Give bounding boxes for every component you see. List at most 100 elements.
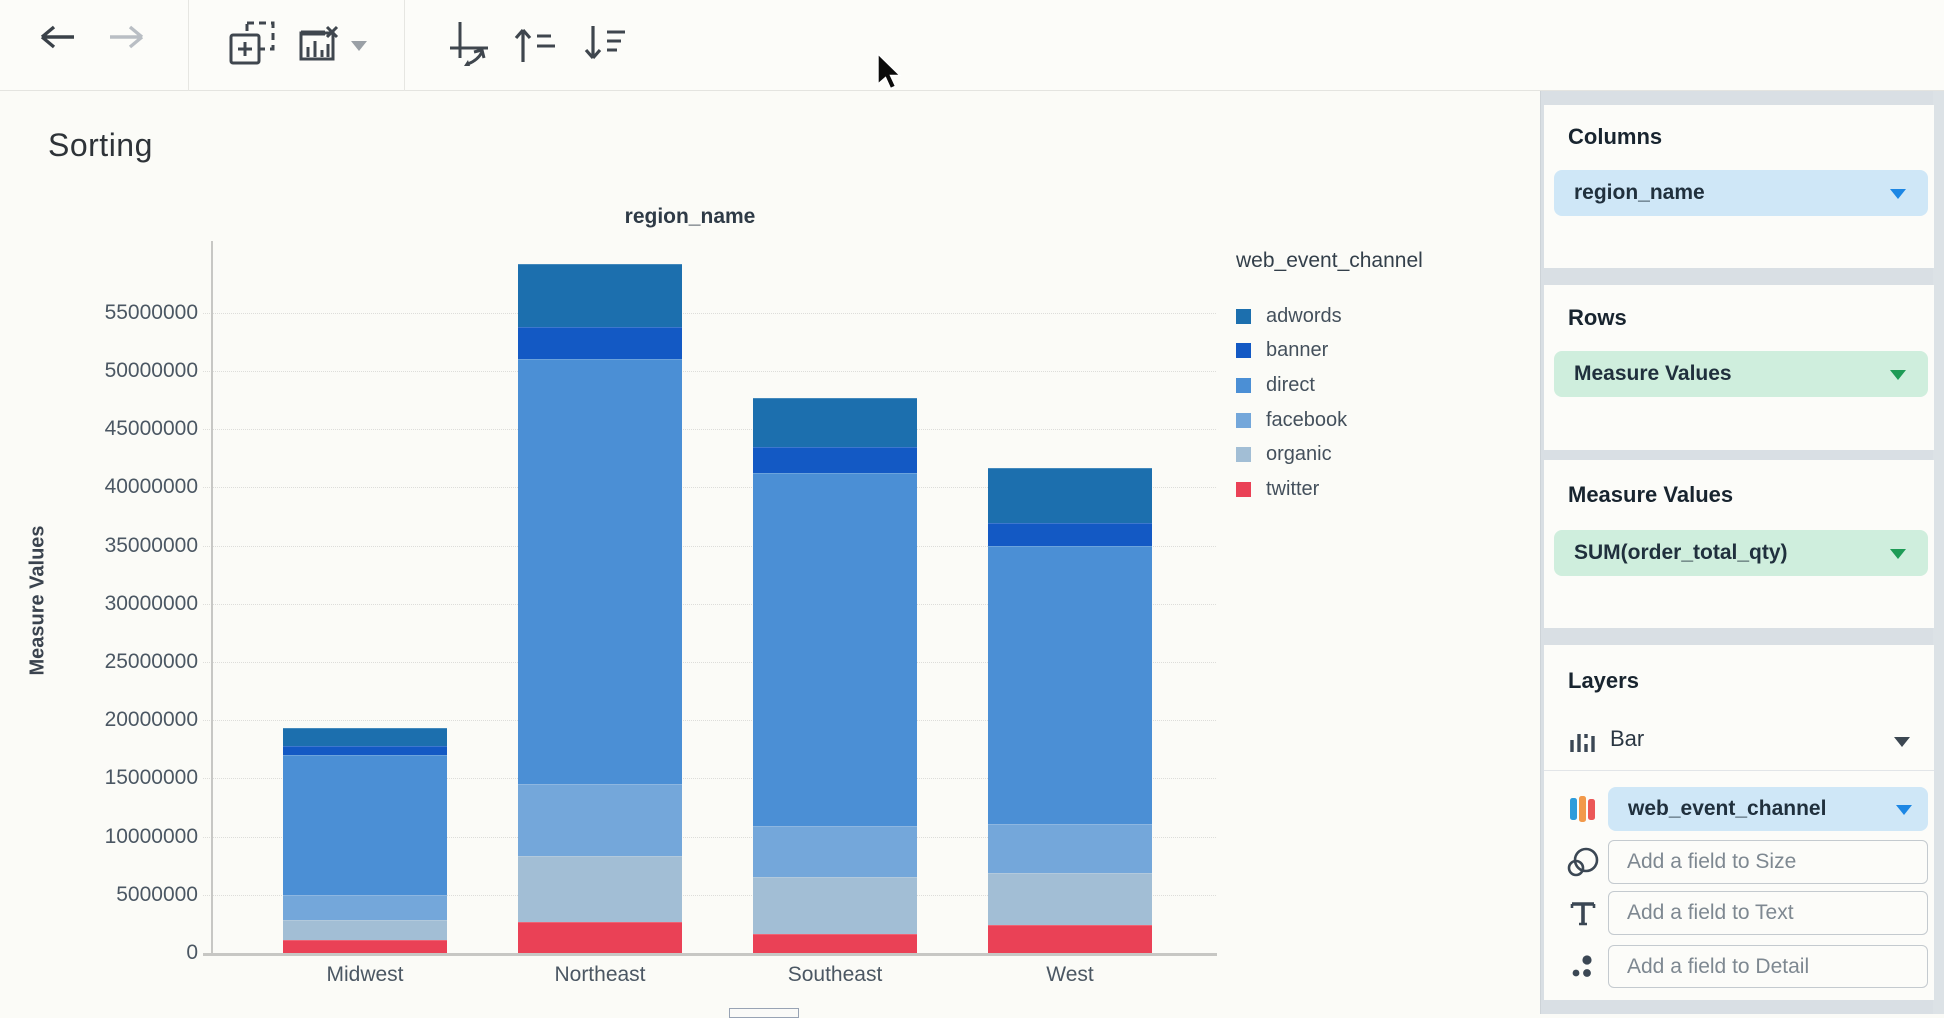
swap-axes-button[interactable] bbox=[446, 18, 498, 70]
bar-segment-northeast-banner[interactable] bbox=[518, 327, 682, 360]
bar-segment-northeast-organic[interactable] bbox=[518, 856, 682, 921]
bar-segment-west-organic[interactable] bbox=[988, 873, 1152, 925]
legend: web_event_channel adwordsbanner direct fac… bbox=[1236, 249, 1423, 507]
x-axis-line bbox=[203, 953, 1217, 956]
bar-segment-midwest-twitter[interactable] bbox=[283, 940, 447, 953]
size-field-input[interactable] bbox=[1608, 840, 1928, 884]
color-field-pill[interactable]: web_event_channel bbox=[1608, 787, 1928, 831]
sort-ascending-icon bbox=[513, 24, 557, 64]
rows-card: Rows Measure Values bbox=[1544, 285, 1934, 450]
detail-field-input[interactable] bbox=[1608, 945, 1928, 988]
chevron-down-icon bbox=[1894, 737, 1910, 747]
bar-segment-midwest-adwords[interactable] bbox=[283, 728, 447, 745]
text-shelf-icon bbox=[1566, 896, 1600, 930]
y-tick-label: 15000000 bbox=[20, 766, 198, 790]
x-category-label: West bbox=[970, 963, 1170, 987]
legend-label: facebook bbox=[1266, 409, 1347, 432]
y-tick-label: 40000000 bbox=[20, 475, 198, 499]
rows-field-pill[interactable]: Measure Values bbox=[1554, 351, 1928, 397]
gridline bbox=[203, 313, 1216, 314]
columns-card: Columns region_name bbox=[1544, 105, 1934, 268]
legend-swatch bbox=[1236, 343, 1251, 358]
chevron-down-icon[interactable] bbox=[1896, 805, 1912, 815]
measure-values-field-pill[interactable]: SUM(order_total_qty) bbox=[1554, 530, 1928, 576]
legend-title: web_event_channel bbox=[1236, 249, 1423, 273]
toolbar-separator bbox=[188, 0, 189, 91]
sort-descending-icon bbox=[583, 24, 627, 64]
chart-canvas: Sorting region_name Measure Values 05000… bbox=[0, 91, 1540, 1014]
y-tick-label: 5000000 bbox=[20, 883, 198, 907]
rows-card-title: Rows bbox=[1568, 305, 1627, 331]
sort-descending-button[interactable] bbox=[582, 22, 628, 66]
x-category-label: Northeast bbox=[500, 963, 700, 987]
legend-item-twitter: twitter bbox=[1236, 472, 1423, 507]
bar-segment-southeast-twitter[interactable] bbox=[753, 934, 917, 953]
legend-label: twitter bbox=[1266, 478, 1319, 501]
color-shelf-icon bbox=[1566, 792, 1600, 826]
page-title: Sorting bbox=[48, 127, 153, 164]
bar-segment-northeast-direct[interactable] bbox=[518, 359, 682, 784]
y-tick-label: 35000000 bbox=[20, 534, 198, 558]
bar-segment-southeast-adwords[interactable] bbox=[753, 398, 917, 447]
layer-type-dropdown[interactable]: Bar bbox=[1544, 712, 1934, 770]
x-category-label: Midwest bbox=[265, 963, 465, 987]
forward-arrow-icon bbox=[106, 23, 144, 51]
gridline bbox=[203, 371, 1216, 372]
y-tick-label: 0 bbox=[20, 941, 198, 965]
y-tick-label: 25000000 bbox=[20, 650, 198, 674]
bar-segment-west-direct[interactable] bbox=[988, 546, 1152, 824]
remove-chart-icon bbox=[297, 23, 341, 67]
bar-segment-southeast-facebook[interactable] bbox=[753, 826, 917, 877]
chevron-down-icon[interactable] bbox=[1890, 549, 1906, 559]
bar-segment-west-adwords[interactable] bbox=[988, 468, 1152, 524]
bar-segment-southeast-organic[interactable] bbox=[753, 877, 917, 934]
layer-type-label: Bar bbox=[1610, 726, 1644, 752]
y-tick-label: 20000000 bbox=[20, 708, 198, 732]
back-button[interactable] bbox=[38, 20, 80, 54]
add-chart-icon bbox=[227, 19, 277, 69]
bar-segment-midwest-facebook[interactable] bbox=[283, 895, 447, 921]
partially-visible-box bbox=[729, 1008, 799, 1018]
swap-axes-icon bbox=[448, 20, 496, 68]
text-field-input[interactable] bbox=[1608, 891, 1928, 935]
bar-segment-midwest-organic[interactable] bbox=[283, 920, 447, 940]
bar-segment-northeast-twitter[interactable] bbox=[518, 922, 682, 953]
legend-swatch bbox=[1236, 309, 1251, 324]
bar-segment-west-facebook[interactable] bbox=[988, 824, 1152, 873]
layers-card-title: Layers bbox=[1568, 668, 1639, 694]
bar-segment-northeast-adwords[interactable] bbox=[518, 264, 682, 327]
shelf-panel: Columns region_name Rows Measure Values … bbox=[1540, 91, 1944, 1014]
bar-segment-west-twitter[interactable] bbox=[988, 925, 1152, 953]
x-category-label: Southeast bbox=[735, 963, 935, 987]
legend-swatch bbox=[1236, 378, 1251, 393]
toolbar bbox=[0, 0, 1944, 91]
columns-field-pill[interactable]: region_name bbox=[1554, 170, 1928, 216]
legend-label: direct bbox=[1266, 374, 1315, 397]
remove-chart-button[interactable] bbox=[296, 22, 342, 68]
legend-item-adwords: adwords bbox=[1236, 299, 1423, 334]
y-tick-label: 30000000 bbox=[20, 592, 198, 616]
bar-segment-southeast-direct[interactable] bbox=[753, 473, 917, 826]
legend-item-banner: banner bbox=[1236, 334, 1423, 369]
back-arrow-icon bbox=[40, 23, 78, 51]
legend-swatch bbox=[1236, 447, 1251, 462]
forward-button[interactable] bbox=[104, 20, 146, 54]
chart-menu-caret-button[interactable] bbox=[348, 36, 370, 56]
legend-item-organic: organic bbox=[1236, 437, 1423, 472]
bar-segment-southeast-banner[interactable] bbox=[753, 447, 917, 474]
sort-ascending-button[interactable] bbox=[512, 22, 558, 66]
bar-segment-west-banner[interactable] bbox=[988, 523, 1152, 545]
chevron-down-icon[interactable] bbox=[1890, 189, 1906, 199]
bar-segment-midwest-banner[interactable] bbox=[283, 746, 447, 755]
legend-item-direct: direct bbox=[1236, 368, 1423, 403]
measure-values-card: Measure Values SUM(order_total_qty) bbox=[1544, 460, 1934, 628]
bar-segment-midwest-direct[interactable] bbox=[283, 755, 447, 895]
rows-field-label: Measure Values bbox=[1574, 362, 1732, 386]
add-chart-button[interactable] bbox=[226, 18, 278, 70]
panel-scrollbar-track[interactable] bbox=[1933, 91, 1944, 1014]
legend-item-facebook: facebook bbox=[1236, 403, 1423, 438]
legend-label: organic bbox=[1266, 443, 1332, 466]
bar-segment-northeast-facebook[interactable] bbox=[518, 784, 682, 856]
legend-swatch bbox=[1236, 413, 1251, 428]
chevron-down-icon[interactable] bbox=[1890, 370, 1906, 380]
